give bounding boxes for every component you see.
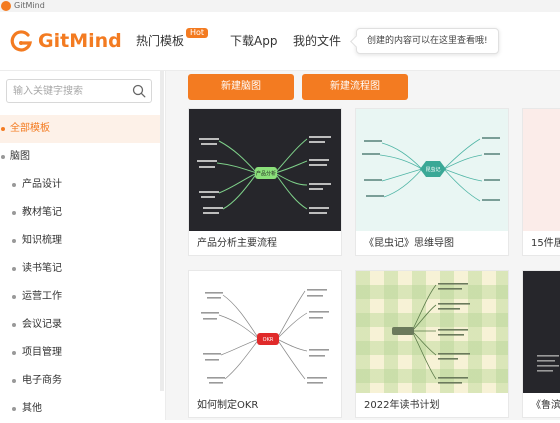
category-sidebar: 全部模板 脑图 产品设计 教材笔记 知识梳理 读书笔记 运营工作 会议记录 项目…	[0, 71, 166, 420]
template-title: 15件居	[531, 238, 560, 249]
search-icon[interactable]	[132, 84, 146, 98]
sidebar-item-label: 教材笔记	[22, 207, 62, 218]
search-input[interactable]	[13, 83, 123, 99]
template-card[interactable]: 《鲁滨	[522, 270, 560, 418]
app-icon	[1, 1, 11, 11]
bullet-icon	[12, 351, 16, 355]
tooltip-text: 创建的内容可以在这里查看哦!	[367, 36, 488, 46]
bullet-icon	[1, 127, 5, 131]
bullet-icon	[12, 407, 16, 411]
sidebar-item-label: 产品设计	[22, 179, 62, 190]
sidebar-item-mindmap[interactable]: 脑图	[0, 143, 160, 171]
template-title: 《鲁滨	[531, 400, 560, 411]
template-thumbnail: 昆虫记	[356, 109, 508, 231]
mindmap-center-label: 昆虫记	[425, 166, 440, 173]
nav-hot-templates[interactable]: 热门模板	[136, 32, 184, 50]
sidebar-item-meeting-notes[interactable]: 会议记录	[0, 311, 160, 339]
nav-my-files[interactable]: 我的文件	[293, 32, 341, 50]
template-gallery: 新建脑图 新建流程图 产品分析 产品分析主要流程 昆虫记 《昆虫记》思维导图 1…	[166, 71, 560, 420]
sidebar-item-label: 项目管理	[22, 347, 62, 358]
my-files-tooltip: 创建的内容可以在这里查看哦!	[356, 28, 499, 54]
sidebar-item-label: 读书笔记	[22, 263, 62, 274]
template-thumbnail	[356, 271, 508, 393]
bullet-icon	[12, 267, 16, 271]
sidebar-item-label: 电子商务	[22, 375, 62, 386]
template-card[interactable]: 15件居	[522, 108, 560, 256]
template-title: 《昆虫记》思维导图	[364, 238, 454, 249]
template-thumbnail: 产品分析	[189, 109, 341, 231]
sidebar-item-label: 全部模板	[10, 123, 50, 134]
hot-badge: Hot	[186, 28, 209, 38]
new-mindmap-button[interactable]: 新建脑图	[188, 74, 294, 100]
sidebar-item-label: 其他	[22, 403, 42, 414]
sidebar-item-textbook-notes[interactable]: 教材笔记	[0, 199, 160, 227]
sidebar-item-project-management[interactable]: 项目管理	[0, 339, 160, 367]
top-header: GitMind 热门模板 Hot 下载App 我的文件 创建的内容可以在这里查看…	[0, 12, 560, 71]
template-thumbnail: OKR	[189, 271, 341, 393]
gitmind-logo-icon	[10, 30, 33, 52]
brand-name[interactable]: GitMind	[38, 28, 122, 54]
mindmap-center-label: 产品分析	[256, 170, 276, 177]
sidebar-item-label: 知识梳理	[22, 235, 62, 246]
sidebar-item-other[interactable]: 其他	[0, 395, 160, 423]
template-thumbnail	[523, 109, 560, 231]
bullet-icon	[12, 379, 16, 383]
bullet-icon	[12, 295, 16, 299]
template-card[interactable]: OKR 如何制定OKR	[188, 270, 342, 418]
template-card[interactable]: 产品分析 产品分析主要流程	[188, 108, 342, 256]
window-title: GitMind	[14, 1, 45, 10]
sidebar-item-all-templates[interactable]: 全部模板	[0, 115, 160, 143]
bullet-icon	[12, 323, 16, 327]
mindmap-center-label: OKR	[263, 337, 274, 343]
template-thumbnail	[523, 271, 560, 393]
nav-download-app[interactable]: 下载App	[230, 32, 277, 50]
sidebar-item-operations[interactable]: 运营工作	[0, 283, 160, 311]
template-card[interactable]: 2022年读书计划	[355, 270, 509, 418]
bullet-icon	[12, 183, 16, 187]
template-title: 产品分析主要流程	[197, 238, 277, 249]
bullet-icon	[12, 239, 16, 243]
sidebar-item-knowledge[interactable]: 知识梳理	[0, 227, 160, 255]
new-flowchart-button[interactable]: 新建流程图	[302, 74, 408, 100]
template-title: 如何制定OKR	[197, 400, 259, 411]
template-title: 2022年读书计划	[364, 400, 440, 411]
sidebar-item-label: 脑图	[10, 151, 30, 162]
bullet-icon	[12, 211, 16, 215]
template-card[interactable]: 昆虫记 《昆虫记》思维导图	[355, 108, 509, 256]
sidebar-item-label: 运营工作	[22, 291, 62, 302]
bullet-icon	[1, 155, 5, 159]
sidebar-item-ecommerce[interactable]: 电子商务	[0, 367, 160, 395]
sidebar-scrollbar[interactable]	[160, 71, 164, 391]
sidebar-item-product-design[interactable]: 产品设计	[0, 171, 160, 199]
search-box	[6, 79, 152, 103]
sidebar-item-reading-notes[interactable]: 读书笔记	[0, 255, 160, 283]
sidebar-item-label: 会议记录	[22, 319, 62, 330]
